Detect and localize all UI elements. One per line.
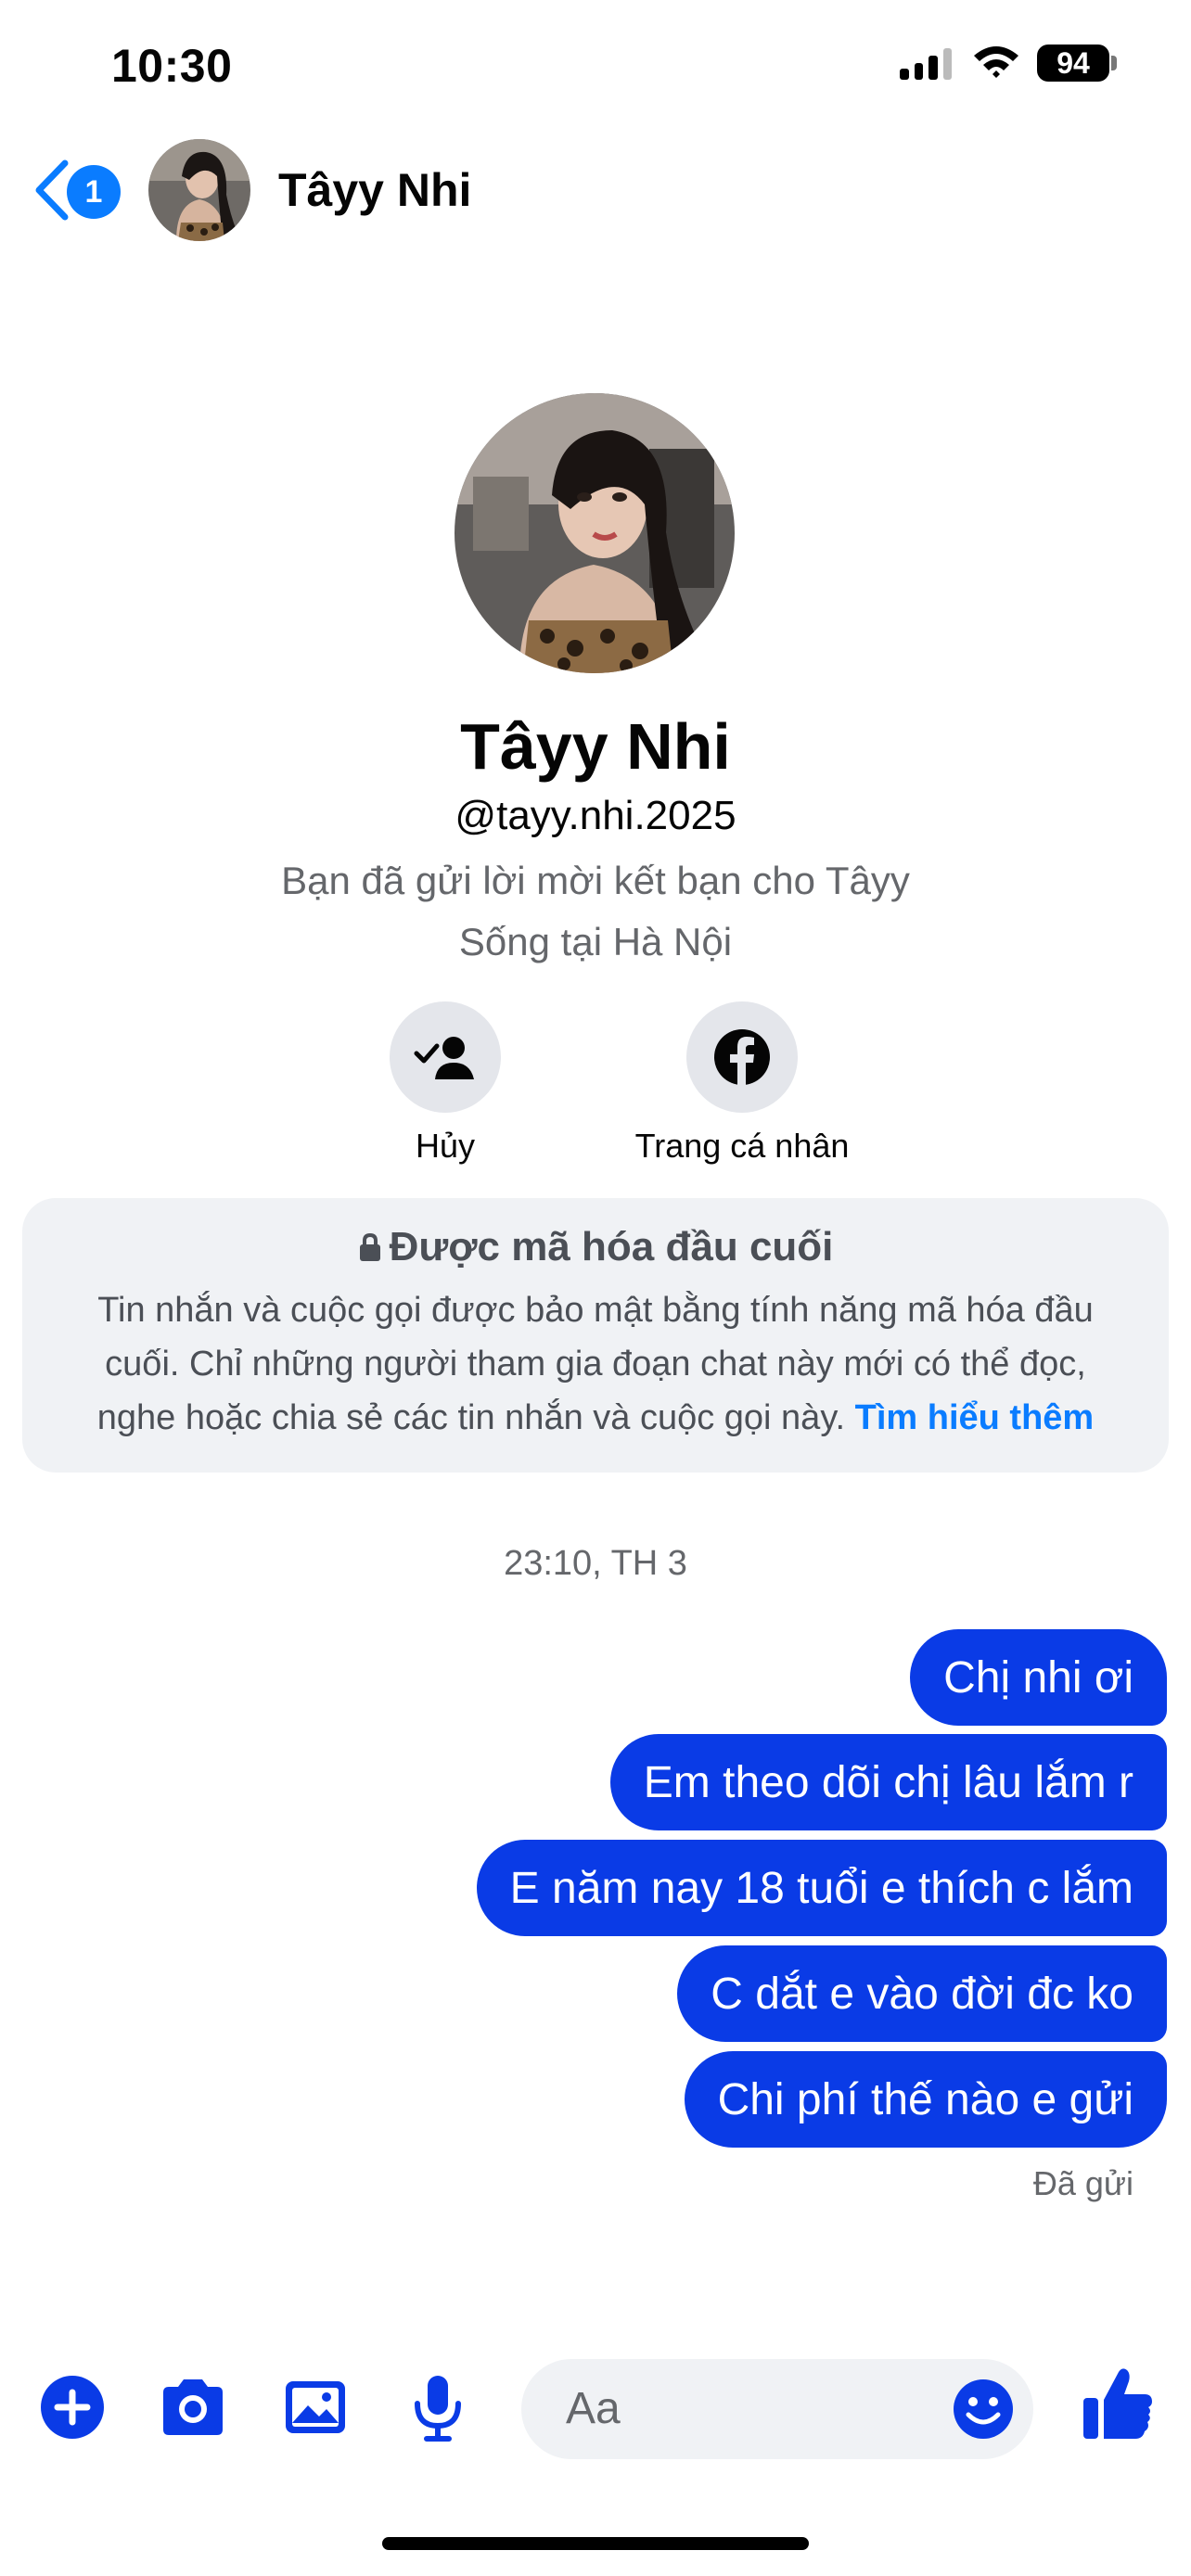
add-plus-icon[interactable] — [37, 2372, 108, 2442]
battery-icon: 94 — [1037, 45, 1109, 82]
wifi-icon — [974, 46, 1018, 78]
camera-icon[interactable] — [158, 2372, 228, 2442]
profile-page-button[interactable] — [686, 1001, 798, 1113]
cancel-request-button[interactable] — [390, 1001, 501, 1113]
message-bubble[interactable]: Chi phí thế nào e gửi — [684, 2051, 1167, 2148]
profile-handle: @tayy.nhi.2025 — [455, 793, 736, 838]
back-chevron-icon[interactable] — [33, 159, 70, 221]
header-avatar[interactable] — [148, 139, 250, 241]
status-time: 10:30 — [111, 40, 233, 92]
encryption-line: Tin nhắn và cuộc gọi được bảo mật bằng t… — [97, 1291, 1094, 1330]
encryption-line: nghe hoặc chia sẻ các tin nhắn và cuộc g… — [96, 1398, 846, 1437]
profile-name: Tâyy Nhi — [460, 710, 731, 783]
battery-nub — [1111, 56, 1117, 70]
emoji-icon[interactable] — [952, 2378, 1015, 2441]
cancel-request-label[interactable]: Hủy — [371, 1127, 519, 1166]
profile-location: Sống tại Hà Nội — [458, 920, 733, 963]
lock-icon — [359, 1232, 380, 1261]
encryption-body: Tin nhắn và cuộc gọi được bảo mật bằng t… — [56, 1283, 1135, 1445]
encryption-line: cuối. Chỉ những người tham gia đoạn chat… — [105, 1345, 1086, 1384]
home-indicator — [382, 2537, 809, 2550]
profile-page-label[interactable]: Trang cá nhân — [594, 1127, 890, 1166]
encryption-title-row: Được mã hóa đầu cuối — [0, 1224, 1191, 1270]
message-bubble[interactable]: Chị nhi ơi — [910, 1629, 1167, 1726]
message-bubble[interactable]: Em theo dõi chị lâu lắm r — [609, 1734, 1167, 1830]
learn-more-link[interactable]: Tìm hiểu thêm — [855, 1398, 1095, 1437]
thumbs-up-icon[interactable] — [1082, 2365, 1154, 2442]
facebook-icon — [714, 1029, 770, 1085]
message-input-placeholder[interactable]: Aa — [566, 2383, 621, 2434]
unread-badge[interactable]: 1 — [67, 165, 121, 219]
microphone-icon[interactable] — [403, 2372, 473, 2442]
message-timestamp: 23:10, TH 3 — [504, 1544, 687, 1583]
profile-avatar[interactable] — [455, 393, 735, 673]
friend-request-status: Bạn đã gửi lời mời kết bạn cho Tâyy — [281, 859, 910, 902]
cellular-signal-icon — [900, 46, 952, 80]
cancel-request-circle[interactable] — [390, 1001, 501, 1113]
message-bubble[interactable]: C dắt e vào đời đc ko — [677, 1945, 1167, 2042]
profile-page-circle[interactable] — [686, 1001, 798, 1113]
delivery-status: Đã gửi — [1032, 2164, 1133, 2202]
photo-gallery-icon[interactable] — [280, 2372, 351, 2442]
encryption-title: Được mã hóa đầu cuối — [389, 1224, 834, 1269]
message-bubble[interactable]: E năm nay 18 tuổi e thích c lắm — [476, 1840, 1167, 1936]
header-contact-name[interactable]: Tâyy Nhi — [278, 163, 471, 217]
friend-request-sent-icon — [414, 1037, 474, 1079]
